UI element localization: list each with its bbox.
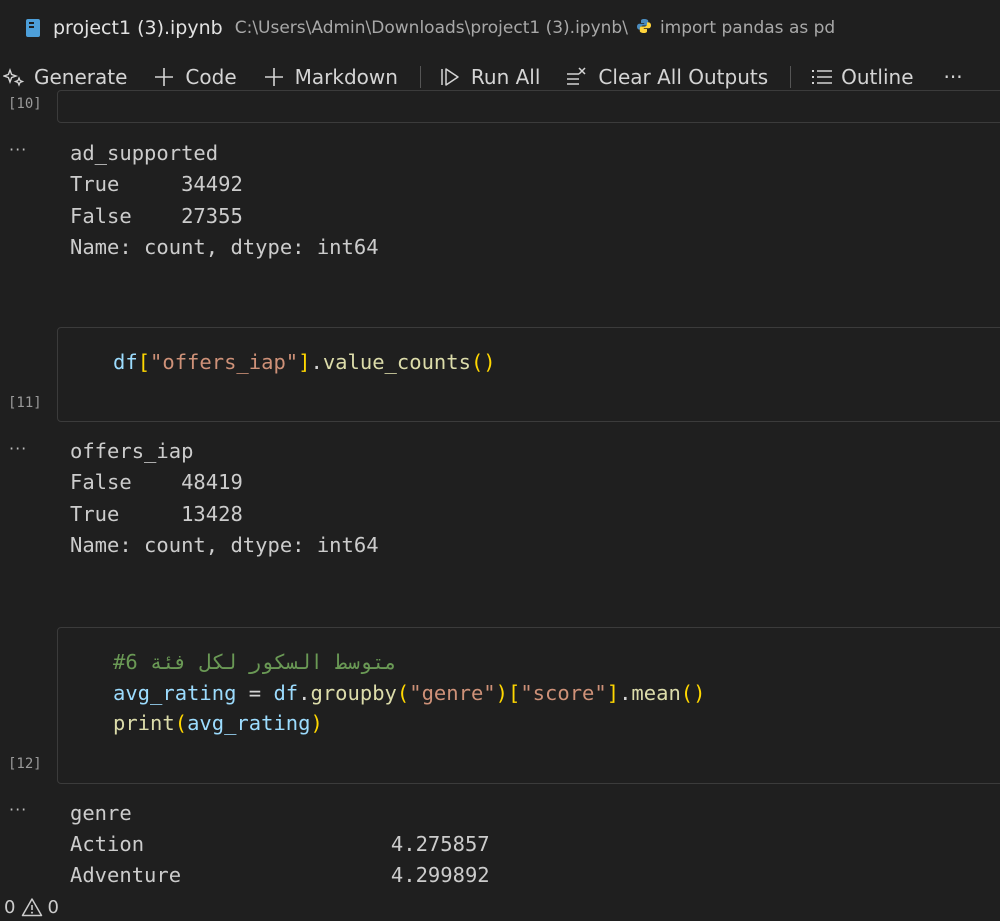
notebook-icon (26, 19, 40, 37)
add-code-button[interactable]: Code (153, 65, 237, 89)
code-cell-10[interactable] (57, 90, 1000, 123)
breadcrumb: project1 (3).ipynb C:\Users\Admin\Downlo… (0, 0, 1000, 56)
clear-all-outputs-button[interactable]: Clear All Outputs (564, 65, 768, 89)
execution-count: [12] (8, 756, 42, 772)
breadcrumb-file[interactable]: project1 (3).ipynb (53, 17, 223, 39)
warning-icon (21, 897, 43, 917)
output-line: genre (70, 801, 132, 825)
toolbar-divider (419, 66, 421, 88)
output-menu-button[interactable]: ··· (9, 800, 27, 819)
execution-count: [11] (8, 395, 42, 411)
markdown-label: Markdown (294, 65, 398, 89)
problems-warning-count[interactable]: 0 (47, 897, 58, 918)
add-markdown-button[interactable]: Markdown (263, 65, 398, 89)
toolbar-divider (790, 66, 792, 88)
output-line: Name: count, dtype: int64 (70, 235, 379, 259)
sparkle-icon (3, 66, 27, 88)
output-line: offers_iap (70, 439, 194, 463)
python-icon (636, 18, 652, 38)
generate-label: Generate (34, 65, 128, 89)
output-menu-button[interactable]: ··· (9, 140, 27, 159)
status-bar: 0 0 (0, 893, 1000, 921)
more-icon: ··· (943, 65, 963, 89)
code-comment[interactable]: #6 متوسط السكور لكل فئة (113, 650, 397, 674)
output-line: True 34492 (70, 172, 243, 196)
outline-label: Outline (841, 65, 914, 89)
code-line[interactable]: avg_rating = df.groupby("genre")["score"… (113, 681, 705, 705)
code-line[interactable]: df["offers_iap"].value_counts() (113, 350, 496, 374)
generate-button[interactable]: Generate (3, 65, 127, 89)
output-line: ad_supported (70, 141, 219, 165)
code-line[interactable]: print(avg_rating) (113, 711, 323, 735)
output-line: True 13428 (70, 502, 243, 526)
more-actions-button[interactable]: ··· (944, 65, 963, 89)
output-line: Adventure 4.299892 (70, 863, 490, 887)
clear-all-label: Clear All Outputs (598, 65, 769, 89)
list-icon (809, 66, 835, 88)
output-menu-button[interactable]: ··· (9, 439, 27, 458)
breadcrumb-path[interactable]: C:\Users\Admin\Downloads\project1 (3).ip… (235, 18, 628, 38)
output-line: Name: count, dtype: int64 (70, 533, 379, 557)
output-line: Action 4.275857 (70, 832, 490, 856)
problems-error-count[interactable]: 0 (4, 897, 15, 918)
run-all-button[interactable]: Run All (439, 65, 541, 89)
output-line: False 27355 (70, 204, 243, 228)
run-all-icon (439, 66, 463, 88)
code-label: Code (185, 65, 237, 89)
plus-icon (263, 66, 285, 88)
outline-button[interactable]: Outline (809, 65, 914, 89)
code-cell-11[interactable] (57, 327, 1000, 422)
execution-count: [10] (8, 96, 42, 112)
breadcrumb-cell[interactable]: import pandas as pd (660, 18, 835, 38)
plus-icon (153, 66, 175, 88)
clear-all-icon (564, 66, 590, 88)
run-all-label: Run All (470, 65, 541, 89)
output-line: False 48419 (70, 470, 243, 494)
